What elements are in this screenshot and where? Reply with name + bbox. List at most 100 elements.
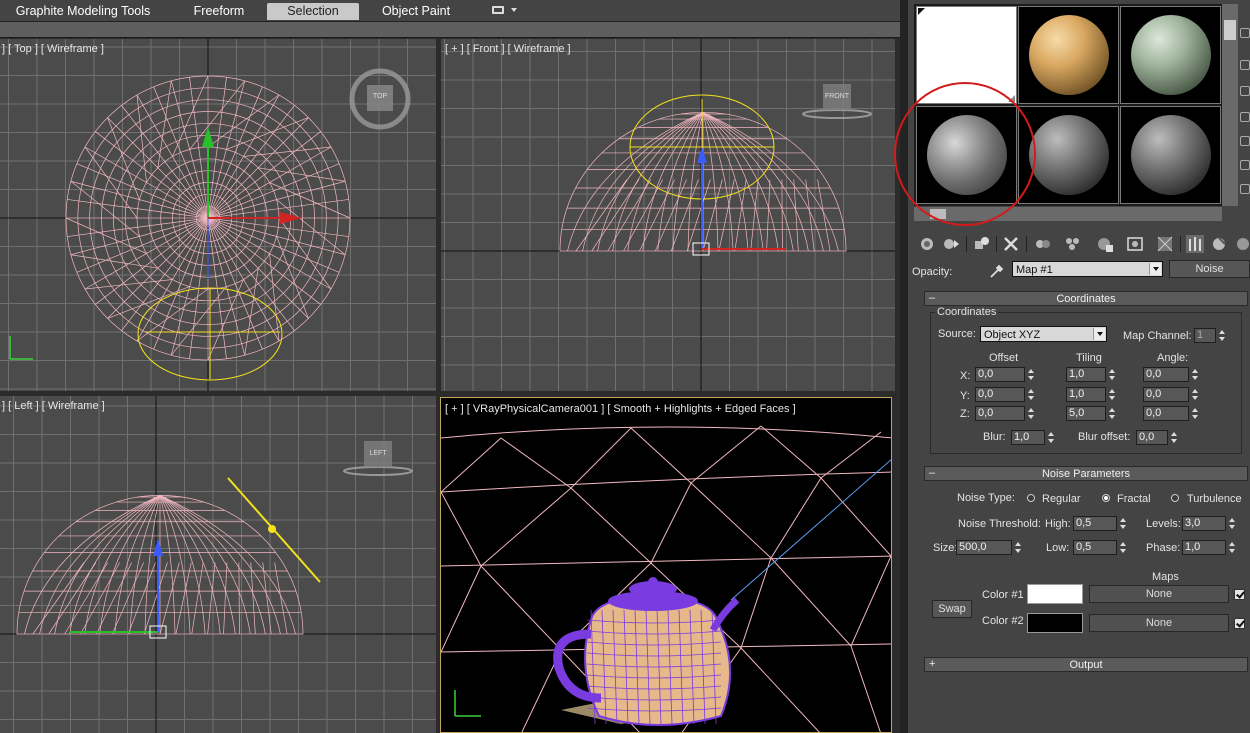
- tab-object-paint[interactable]: Object Paint: [377, 3, 455, 20]
- swap-button[interactable]: Swap: [932, 600, 972, 618]
- tab-selection[interactable]: Selection: [267, 3, 359, 20]
- ribbon-panel-strip: [0, 22, 902, 38]
- viewcube-top[interactable]: TOP: [346, 65, 414, 133]
- viewport-front-label[interactable]: [ + ] [ Front ] [ Wireframe ]: [445, 43, 571, 55]
- blur-spinner[interactable]: 1,0: [1011, 430, 1054, 445]
- viewport-camera-label[interactable]: [ + ] [ VRayPhysicalCamera001 ] [ Smooth…: [445, 403, 796, 415]
- phase-spinner[interactable]: 1,0: [1182, 540, 1235, 555]
- source-label: Source:: [938, 328, 976, 340]
- low-spinner[interactable]: 0,5: [1073, 540, 1126, 555]
- make-preview-icon[interactable]: [1240, 160, 1250, 170]
- uv-tiling-icon[interactable]: [1240, 112, 1250, 122]
- low-label: Low:: [1046, 542, 1070, 554]
- show-map-in-viewport-icon[interactable]: [1126, 235, 1144, 253]
- map-channel-spinner[interactable]: 1: [1194, 328, 1225, 343]
- angle-y-spinner[interactable]: 0,0: [1143, 387, 1198, 402]
- color2-map-checkbox[interactable]: [1234, 618, 1245, 629]
- tiling-x-spinner[interactable]: 1,0: [1066, 367, 1115, 382]
- show-end-result-icon[interactable]: [1156, 235, 1174, 253]
- viewport-top[interactable]: ] [ Top ] [ Wireframe ] TOP: [0, 39, 436, 391]
- ribbon-options-dropdown-icon[interactable]: [492, 5, 518, 17]
- noise-type-turbulence-radio[interactable]: [1171, 494, 1179, 502]
- angle-y-value: 0,0: [1146, 388, 1162, 400]
- z-label: Z:: [960, 408, 970, 420]
- sample-type-icon[interactable]: [1240, 28, 1250, 38]
- make-unique-icon[interactable]: [1034, 235, 1052, 253]
- material-editor-toolbar: [914, 233, 1250, 255]
- map-channel-value: 1: [1197, 329, 1204, 341]
- backlight-icon[interactable]: [1240, 60, 1250, 70]
- color1-map-button[interactable]: None: [1089, 585, 1229, 603]
- map-name-dropdown[interactable]: Map #1: [1012, 261, 1163, 277]
- camera-target-line: [730, 459, 891, 601]
- tiling-z-spinner[interactable]: 5,0: [1066, 406, 1115, 421]
- noise-parameters-rollout-header[interactable]: – Noise Parameters: [924, 466, 1248, 481]
- size-spinner[interactable]: 500,0: [956, 540, 1021, 555]
- viewport-top-label[interactable]: ] [ Top ] [ Wireframe ]: [2, 43, 104, 55]
- color1-swatch[interactable]: [1027, 584, 1083, 604]
- z-axis-front-arrow: [697, 147, 707, 163]
- color2-map-button[interactable]: None: [1089, 614, 1229, 632]
- sample-slot-3[interactable]: [1120, 6, 1221, 104]
- angle-z-value: 0,0: [1146, 407, 1162, 419]
- maps-label: Maps: [1152, 571, 1179, 583]
- offset-z-spinner[interactable]: 0,0: [975, 406, 1034, 421]
- viewport-left-label[interactable]: ] [ Left ] [ Wireframe ]: [2, 400, 105, 412]
- offset-y-spinner[interactable]: 0,0: [975, 387, 1034, 402]
- axis-tripod: [9, 336, 33, 360]
- viewport-front[interactable]: [ + ] [ Front ] [ Wireframe ] FRONT: [441, 39, 895, 391]
- tiling-z-value: 5,0: [1069, 407, 1085, 419]
- high-spinner[interactable]: 0,5: [1073, 516, 1126, 531]
- color1-label: Color #1: [982, 589, 1024, 601]
- material-id-channel-icon[interactable]: [1096, 235, 1114, 253]
- tab-graphite-modeling-tools[interactable]: Graphite Modeling Tools: [8, 3, 158, 20]
- tiling-y-spinner[interactable]: 1,0: [1066, 387, 1115, 402]
- color1-map-checkbox[interactable]: [1234, 589, 1245, 600]
- video-color-check-icon[interactable]: [1240, 136, 1250, 146]
- eyedropper-icon[interactable]: [988, 262, 1006, 280]
- angle-x-spinner[interactable]: 0,0: [1143, 367, 1198, 382]
- viewport-left[interactable]: ] [ Left ] [ Wireframe ] LEFT: [0, 396, 436, 733]
- high-value: 0,5: [1076, 517, 1092, 529]
- viewport-camera[interactable]: [ + ] [ VRayPhysicalCamera001 ] [ Smooth…: [440, 397, 892, 733]
- background-icon[interactable]: [1240, 86, 1250, 96]
- sample-slots-vertical-scrollbar[interactable]: [1222, 4, 1238, 206]
- source-value: Object XYZ: [984, 329, 1041, 341]
- source-dropdown[interactable]: Object XYZ: [980, 326, 1107, 342]
- blur-offset-value: 0,0: [1139, 431, 1155, 443]
- phase-value: 1,0: [1185, 541, 1201, 553]
- options-icon[interactable]: [1240, 184, 1250, 194]
- sample-slot-6[interactable]: [1120, 106, 1221, 204]
- teapot-model: [553, 577, 740, 726]
- viewcube-left[interactable]: LEFT: [340, 438, 420, 478]
- color2-label: Color #2: [982, 615, 1024, 627]
- angle-z-spinner[interactable]: 0,0: [1143, 406, 1198, 421]
- noise-type-regular-radio[interactable]: [1027, 494, 1035, 502]
- y-label: Y:: [960, 390, 970, 402]
- get-material-icon[interactable]: [918, 235, 936, 253]
- material-map-navigator-icon[interactable]: [1234, 235, 1250, 253]
- put-to-library-icon[interactable]: [1064, 235, 1082, 253]
- go-to-parent-icon[interactable]: [1186, 235, 1204, 253]
- blur-offset-spinner[interactable]: 0,0: [1136, 430, 1177, 445]
- color2-swatch[interactable]: [1027, 613, 1083, 633]
- coordinates-rollout-header[interactable]: – Coordinates: [924, 291, 1248, 306]
- noise-type-fractal-radio[interactable]: [1102, 494, 1110, 502]
- offset-y-value: 0,0: [978, 388, 994, 400]
- levels-label: Levels:: [1146, 518, 1181, 530]
- viewcube-front[interactable]: FRONT: [801, 81, 881, 121]
- go-forward-to-sibling-icon[interactable]: [1210, 235, 1228, 253]
- y-axis-arrow: [202, 127, 214, 147]
- map-type-button[interactable]: Noise: [1169, 260, 1250, 278]
- assign-material-icon[interactable]: [972, 235, 990, 253]
- output-rollout-header[interactable]: + Output: [924, 657, 1248, 672]
- map-name-value: Map #1: [1016, 264, 1053, 276]
- noise-type-turbulence-label: Turbulence: [1187, 493, 1242, 505]
- tab-freeform[interactable]: Freeform: [186, 3, 252, 20]
- offset-x-value: 0,0: [978, 368, 994, 380]
- reset-map-icon[interactable]: [1002, 235, 1020, 253]
- tiling-y-value: 1,0: [1069, 388, 1085, 400]
- put-to-scene-icon[interactable]: [942, 235, 960, 253]
- levels-spinner[interactable]: 3,0: [1182, 516, 1235, 531]
- offset-x-spinner[interactable]: 0,0: [975, 367, 1034, 382]
